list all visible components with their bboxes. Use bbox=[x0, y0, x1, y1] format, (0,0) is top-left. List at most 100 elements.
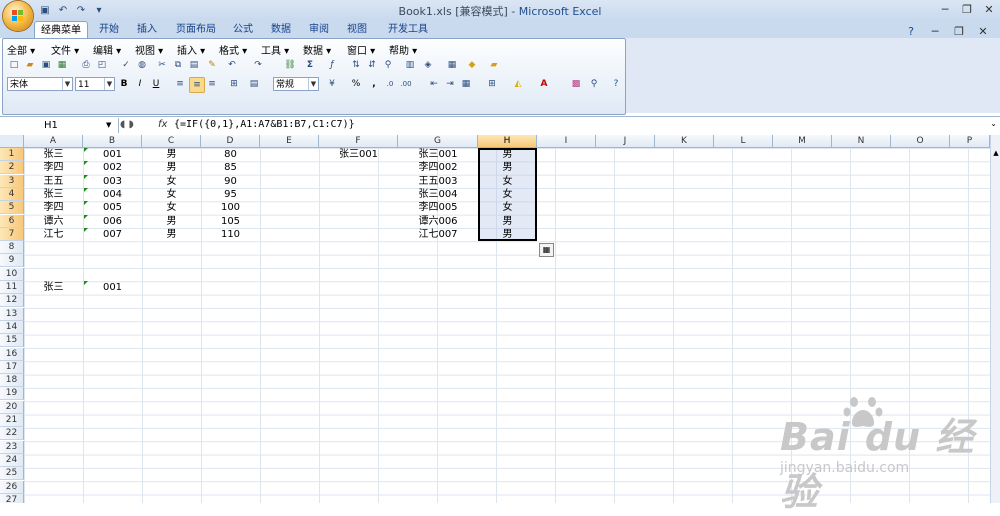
cell-d3[interactable]: 90 bbox=[201, 175, 260, 188]
tab-home[interactable]: 开始 bbox=[92, 21, 126, 38]
row-header[interactable]: 4 bbox=[0, 187, 24, 201]
filter-icon[interactable]: ⚲ bbox=[381, 58, 395, 72]
column-header-c[interactable]: C bbox=[142, 135, 201, 148]
new-icon[interactable]: □ bbox=[7, 58, 21, 72]
print-icon[interactable]: ⎙ bbox=[79, 58, 93, 72]
folder-icon[interactable]: ▰ bbox=[487, 58, 501, 72]
tab-page-layout[interactable]: 页面布局 bbox=[170, 21, 222, 38]
row-header[interactable]: 3 bbox=[0, 174, 24, 188]
insert-function-button[interactable]: fx bbox=[158, 119, 167, 130]
cell-g1[interactable]: 张三001 bbox=[398, 148, 478, 161]
column-header-h[interactable]: H bbox=[478, 135, 537, 148]
row-header[interactable]: 7 bbox=[0, 227, 24, 241]
percent-button[interactable]: % bbox=[349, 77, 363, 91]
borders-icon[interactable]: ⊞ bbox=[485, 77, 499, 91]
format-painter-icon[interactable]: ✎ bbox=[205, 58, 219, 72]
row-header[interactable]: 9 bbox=[0, 254, 24, 268]
menu-tools[interactable]: 工具 ▾ bbox=[261, 42, 289, 57]
column-header-d[interactable]: D bbox=[201, 135, 260, 148]
minimize-icon[interactable]: ─ bbox=[934, 0, 956, 18]
merge-center-icon[interactable]: ⊞ bbox=[227, 77, 241, 91]
close-icon[interactable]: ✕ bbox=[978, 0, 1000, 18]
row-header[interactable]: 13 bbox=[0, 307, 24, 321]
cell-g2[interactable]: 李四002 bbox=[398, 161, 478, 174]
row-header[interactable]: 2 bbox=[0, 161, 24, 175]
column-header-i[interactable]: I bbox=[537, 135, 596, 148]
column-header-a[interactable]: A bbox=[24, 135, 83, 148]
vertical-scrollbar[interactable]: ▲ bbox=[990, 135, 1000, 503]
cell-a1[interactable]: 张三 bbox=[24, 148, 83, 161]
underline-button[interactable]: U bbox=[149, 77, 163, 91]
column-header-p[interactable]: P bbox=[950, 135, 990, 148]
cell-a3[interactable]: 王五 bbox=[24, 175, 83, 188]
autosum-icon[interactable]: Σ bbox=[303, 58, 317, 72]
tab-data[interactable]: 数据 bbox=[264, 21, 298, 38]
cell-d7[interactable]: 110 bbox=[201, 228, 260, 241]
research-icon[interactable]: ◍ bbox=[135, 58, 149, 72]
copy-icon[interactable]: ⧉ bbox=[171, 58, 185, 72]
column-header-l[interactable]: L bbox=[714, 135, 773, 148]
menu-file[interactable]: 文件 ▾ bbox=[51, 42, 79, 57]
drawing-icon[interactable]: ◈ bbox=[421, 58, 435, 72]
cell-f1[interactable]: 张三001 bbox=[319, 148, 398, 161]
increase-indent-icon[interactable]: ⇥ bbox=[443, 77, 457, 91]
row-header[interactable]: 8 bbox=[0, 241, 24, 255]
number-format-combo[interactable]: 常规 ▼ bbox=[273, 77, 319, 91]
cell-b1[interactable]: 001 bbox=[83, 148, 142, 161]
cell-b4[interactable]: 004 bbox=[83, 188, 142, 201]
cell-b7[interactable]: 007 bbox=[83, 228, 142, 241]
column-header-f[interactable]: F bbox=[319, 135, 398, 148]
cell-b6[interactable]: 006 bbox=[83, 215, 142, 228]
cell-c5[interactable]: 女 bbox=[142, 201, 201, 214]
cell-a2[interactable]: 李四 bbox=[24, 161, 83, 174]
cell-h6[interactable]: 男 bbox=[478, 215, 537, 228]
redo-icon[interactable]: ↷ bbox=[251, 58, 265, 72]
row-header[interactable]: 23 bbox=[0, 440, 24, 454]
undo-icon[interactable]: ↶ bbox=[225, 58, 239, 72]
sort-ascending-icon[interactable]: ⇅ bbox=[349, 58, 363, 72]
save-icon[interactable]: ▣ bbox=[39, 58, 53, 72]
align-left-icon[interactable]: ≡ bbox=[173, 77, 187, 91]
decrease-indent-icon[interactable]: ⇤ bbox=[427, 77, 441, 91]
tab-insert[interactable]: 插入 bbox=[130, 21, 164, 38]
tab-formulas[interactable]: 公式 bbox=[226, 21, 260, 38]
font-name-combo[interactable]: 宋体 ▼ bbox=[7, 77, 73, 91]
formula-input[interactable]: {=IF({0,1},A1:A7&B1:B7,C1:C7)} bbox=[174, 119, 355, 130]
row-header[interactable]: 21 bbox=[0, 414, 24, 427]
cell-c2[interactable]: 男 bbox=[142, 161, 201, 174]
restore-icon[interactable]: ❐ bbox=[956, 0, 978, 18]
paste-options-icon[interactable]: ▦ bbox=[539, 243, 554, 257]
menu-window[interactable]: 窗口 ▾ bbox=[347, 42, 375, 57]
comma-button[interactable]: , bbox=[367, 77, 381, 91]
row-header[interactable]: 5 bbox=[0, 201, 24, 215]
scroll-up-icon[interactable]: ▲ bbox=[992, 149, 1000, 157]
menu-help[interactable]: 帮助 ▾ bbox=[389, 42, 417, 57]
cell-c6[interactable]: 男 bbox=[142, 215, 201, 228]
currency-button[interactable]: ¥ bbox=[325, 77, 339, 91]
fill-color-icon[interactable]: ◭ bbox=[511, 77, 525, 91]
italic-button[interactable]: I bbox=[133, 77, 147, 91]
column-header-n[interactable]: N bbox=[832, 135, 891, 148]
font-color-icon[interactable]: A bbox=[537, 77, 551, 91]
conditional-format-icon[interactable]: ▦ bbox=[459, 77, 473, 91]
cell-b11[interactable]: 001 bbox=[83, 281, 142, 294]
cell-a7[interactable]: 江七 bbox=[24, 228, 83, 241]
menu-all[interactable]: 全部 ▾ bbox=[7, 42, 35, 57]
row-header[interactable]: 10 bbox=[0, 267, 24, 281]
formula-bar-toggle-icon[interactable]: ◖ ◗ bbox=[120, 119, 134, 130]
name-box[interactable]: H1 ▼ bbox=[0, 118, 119, 133]
cell-a5[interactable]: 李四 bbox=[24, 201, 83, 214]
wrap-text-icon[interactable]: ▤ bbox=[247, 77, 261, 91]
cell-h1[interactable]: 男 bbox=[478, 148, 537, 161]
row-header[interactable]: 14 bbox=[0, 320, 24, 334]
cell-c1[interactable]: 男 bbox=[142, 148, 201, 161]
cell-c3[interactable]: 女 bbox=[142, 175, 201, 188]
cell-d1[interactable]: 80 bbox=[201, 148, 260, 161]
menu-format[interactable]: 格式 ▾ bbox=[219, 42, 247, 57]
cell-g3[interactable]: 王五003 bbox=[398, 175, 478, 188]
grid-icon[interactable]: ▦ bbox=[445, 58, 459, 72]
row-header[interactable]: 15 bbox=[0, 334, 24, 348]
zoom-icon[interactable]: ⚲ bbox=[587, 77, 601, 91]
decrease-decimal-icon[interactable]: .00 bbox=[399, 77, 413, 91]
column-header-g[interactable]: G bbox=[398, 135, 478, 148]
